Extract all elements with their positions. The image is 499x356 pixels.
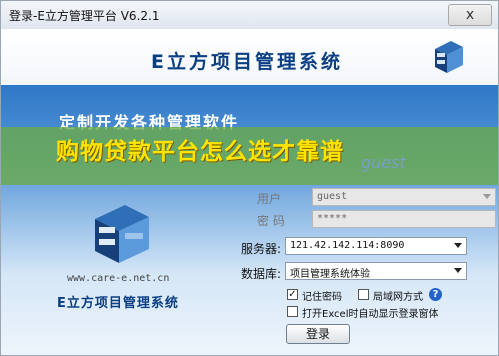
password-field[interactable]: ***** bbox=[312, 210, 496, 228]
server-value: 121.42.142.114:8090 bbox=[290, 240, 405, 251]
database-select[interactable]: 项目管理系统体验 bbox=[285, 262, 467, 280]
chevron-down-icon bbox=[483, 194, 491, 199]
header-banner: E立方项目管理系统 bbox=[1, 29, 498, 85]
password-label: 密 码 bbox=[257, 214, 285, 228]
user-value: guest bbox=[317, 191, 348, 202]
excel-auto-show-label: 打开Excel时自动显示登录窗体 bbox=[302, 309, 439, 320]
lan-mode-label: 局域网方式 bbox=[373, 292, 423, 303]
server-select[interactable]: 121.42.142.114:8090 bbox=[285, 237, 467, 255]
password-value: ***** bbox=[317, 213, 348, 224]
login-button[interactable]: 登录 bbox=[286, 324, 350, 344]
remember-password-checkbox[interactable]: ✓ bbox=[287, 289, 298, 300]
large-logo-cube-icon bbox=[95, 205, 149, 263]
help-icon[interactable]: ? bbox=[429, 288, 442, 301]
database-value: 项目管理系统体验 bbox=[290, 269, 370, 280]
remember-password-label: 记住密码 bbox=[302, 292, 342, 303]
logo-cube-icon bbox=[435, 41, 463, 73]
server-label: 服务器: bbox=[241, 242, 282, 256]
login-window: 登录-E立方管理平台 V6.2.1 x E立方项目管理系统 定制开发各种管理软件… bbox=[0, 0, 499, 356]
close-button[interactable]: x bbox=[448, 4, 492, 26]
user-label: 用户 bbox=[257, 192, 282, 206]
overlay-text: 购物贷款平台怎么选才靠谱 bbox=[56, 139, 344, 165]
logo-url: www.care-e.net.cn bbox=[67, 273, 170, 284]
lan-mode-checkbox[interactable] bbox=[358, 289, 369, 300]
chevron-down-icon bbox=[454, 268, 462, 273]
watermark-text: guest bbox=[361, 153, 406, 172]
brand-title: E立方项目管理系统 bbox=[151, 51, 343, 73]
user-select[interactable]: guest bbox=[312, 188, 496, 206]
title-bar: 登录-E立方管理平台 V6.2.1 x bbox=[1, 1, 498, 30]
product-name: E立方项目管理系统 bbox=[57, 296, 179, 311]
excel-auto-show-checkbox[interactable] bbox=[287, 306, 298, 317]
window-title: 登录-E立方管理平台 V6.2.1 bbox=[9, 9, 160, 23]
chevron-down-icon bbox=[454, 243, 462, 248]
database-label: 数据库: bbox=[241, 267, 282, 281]
